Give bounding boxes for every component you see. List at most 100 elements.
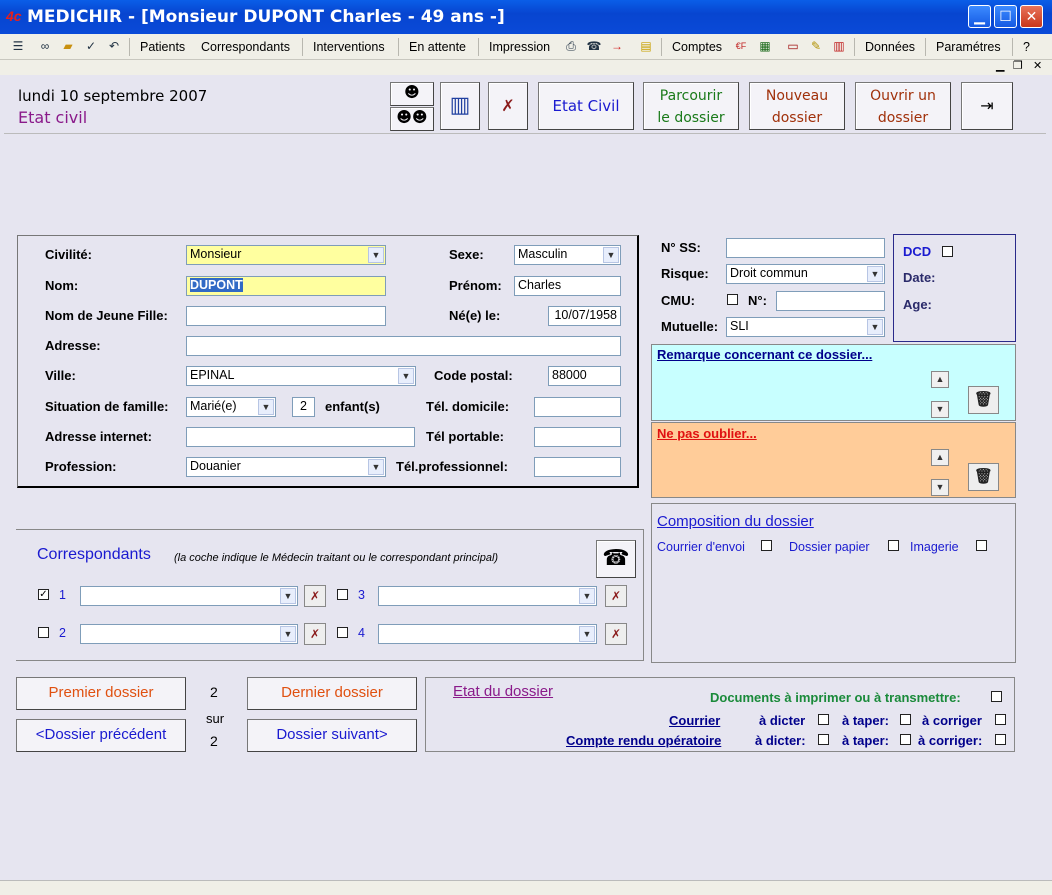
- chevron-down-icon[interactable]: ▼: [280, 588, 296, 604]
- dossier-precedent-button[interactable]: <Dossier précédent: [16, 719, 186, 752]
- cmu-checkbox[interactable]: [727, 294, 738, 305]
- chevron-down-icon[interactable]: ▼: [603, 247, 619, 263]
- correspondant-3-select[interactable]: ▼: [378, 586, 597, 606]
- arrow-right-icon[interactable]: →: [609, 38, 625, 54]
- courrier-dicter-checkbox[interactable]: [818, 714, 829, 725]
- close-button[interactable]: ✕: [1020, 5, 1043, 28]
- scroll-down-button[interactable]: ▼: [931, 401, 949, 418]
- chevron-down-icon[interactable]: ▼: [579, 626, 595, 642]
- scroll-down-button[interactable]: ▼: [931, 479, 949, 496]
- sexe-select[interactable]: Masculin ▼: [514, 245, 621, 265]
- chevron-down-icon[interactable]: ▼: [579, 588, 595, 604]
- dernier-dossier-button[interactable]: Dernier dossier: [247, 677, 417, 710]
- cr-dicter-checkbox[interactable]: [818, 734, 829, 745]
- menu-correspondants[interactable]: Correspondants: [201, 40, 290, 54]
- folder-open-icon[interactable]: ▰: [60, 38, 76, 54]
- courrier-link[interactable]: Courrier: [669, 713, 720, 728]
- menu-impression[interactable]: Impression: [489, 40, 550, 54]
- risque-select[interactable]: Droit commun ▼: [726, 264, 885, 284]
- correspondant-4-select[interactable]: ▼: [378, 624, 597, 644]
- printer-icon[interactable]: ⎙: [563, 38, 579, 54]
- birthdate-field[interactable]: 10/07/1958: [548, 306, 621, 326]
- premier-dossier-button[interactable]: Premier dossier: [16, 677, 186, 710]
- spellcheck-icon[interactable]: ✓: [83, 38, 99, 54]
- scroll-up-button[interactable]: ▲: [931, 449, 949, 466]
- remarque-delete-button[interactable]: 🗑: [968, 386, 999, 414]
- patient-icon-button[interactable]: ☻: [390, 82, 434, 106]
- dossier-papier-checkbox[interactable]: [888, 540, 899, 551]
- courrier-envoi-checkbox[interactable]: [761, 540, 772, 551]
- maximize-button[interactable]: ☐: [994, 5, 1017, 28]
- dossier-suivant-button[interactable]: Dossier suivant>: [247, 719, 417, 752]
- chevron-down-icon[interactable]: ▼: [867, 266, 883, 282]
- exit-button[interactable]: ⇥: [961, 82, 1013, 130]
- calculator-icon[interactable]: ▦: [757, 38, 773, 54]
- nom-field[interactable]: DUPONT: [186, 276, 386, 296]
- menu-en-attente[interactable]: En attente: [409, 40, 466, 54]
- ville-select[interactable]: EPINAL ▼: [186, 366, 416, 386]
- enfants-field[interactable]: 2: [292, 397, 315, 417]
- glasses-icon[interactable]: ∞: [37, 38, 53, 54]
- mdi-restore-icon[interactable]: ❐: [1013, 59, 1023, 72]
- phone-icon[interactable]: ☎: [586, 38, 602, 54]
- correspondant-4-checkbox[interactable]: [337, 627, 348, 638]
- oublier-delete-button[interactable]: 🗑: [968, 463, 999, 491]
- correspondant-4-delete[interactable]: ✗: [605, 623, 627, 645]
- etat-civil-button[interactable]: Etat Civil: [538, 82, 634, 130]
- list-icon[interactable]: ☰: [10, 38, 26, 54]
- menu-comptes[interactable]: Comptes: [672, 40, 722, 54]
- chevron-down-icon[interactable]: ▼: [280, 626, 296, 642]
- correspondant-1-delete[interactable]: ✗: [304, 585, 326, 607]
- phone-button[interactable]: ☎: [596, 540, 636, 578]
- compte-rendu-link[interactable]: Compte rendu opératoire: [566, 733, 721, 748]
- currency-icon[interactable]: €F: [733, 38, 749, 54]
- situation-select[interactable]: Marié(e) ▼: [186, 397, 276, 417]
- menu-donnees[interactable]: Données: [865, 40, 915, 54]
- chevron-down-icon[interactable]: ▼: [368, 459, 384, 475]
- calendar-icon[interactable]: ▥: [831, 38, 847, 54]
- internet-field[interactable]: [186, 427, 415, 447]
- tel-domicile-field[interactable]: [534, 397, 621, 417]
- code-postal-field[interactable]: 88000: [548, 366, 621, 386]
- mdi-minimize-icon[interactable]: ▁: [996, 59, 1004, 72]
- courrier-taper-checkbox[interactable]: [900, 714, 911, 725]
- chevron-down-icon[interactable]: ▼: [867, 319, 883, 335]
- dcd-checkbox[interactable]: [942, 246, 953, 257]
- cr-corriger-checkbox[interactable]: [995, 734, 1006, 745]
- correspondant-1-select[interactable]: ▼: [80, 586, 298, 606]
- cr-taper-checkbox[interactable]: [900, 734, 911, 745]
- card-icon[interactable]: ▭: [785, 38, 801, 54]
- correspondant-3-checkbox[interactable]: [337, 589, 348, 600]
- chevron-down-icon[interactable]: ▼: [368, 247, 384, 263]
- civilite-select[interactable]: Monsieur ▼: [186, 245, 386, 265]
- correspondant-2-checkbox[interactable]: [38, 627, 49, 638]
- mdi-close-icon[interactable]: ✕: [1033, 59, 1042, 72]
- undo-icon[interactable]: ↶: [106, 38, 122, 54]
- menu-patients[interactable]: Patients: [140, 40, 185, 54]
- nouveau-dossier-button[interactable]: Nouveau dossier: [749, 82, 845, 130]
- documents-checkbox[interactable]: [991, 691, 1002, 702]
- archives-button[interactable]: ▥: [440, 82, 480, 130]
- tel-pro-field[interactable]: [534, 457, 621, 477]
- tel-portable-field[interactable]: [534, 427, 621, 447]
- note-icon[interactable]: ✎: [808, 38, 824, 54]
- minimize-button[interactable]: ▁: [968, 5, 991, 28]
- correspondant-2-select[interactable]: ▼: [80, 624, 298, 644]
- parcourir-dossier-button[interactable]: Parcourir le dossier: [643, 82, 739, 130]
- chevron-down-icon[interactable]: ▼: [398, 368, 414, 384]
- adresse-field[interactable]: [186, 336, 621, 356]
- correspondant-2-delete[interactable]: ✗: [304, 623, 326, 645]
- menu-parametres[interactable]: Paramétres: [936, 40, 1001, 54]
- menu-help[interactable]: ?: [1023, 40, 1030, 54]
- mutuelle-select[interactable]: SLI ▼: [726, 317, 885, 337]
- imagerie-checkbox[interactable]: [976, 540, 987, 551]
- notebook-icon[interactable]: ▤: [638, 38, 654, 54]
- patients-icon-button[interactable]: ☻☻: [390, 107, 434, 131]
- njf-field[interactable]: [186, 306, 386, 326]
- menu-interventions[interactable]: Interventions: [313, 40, 385, 54]
- correspondant-3-delete[interactable]: ✗: [605, 585, 627, 607]
- chevron-down-icon[interactable]: ▼: [258, 399, 274, 415]
- ouvrir-dossier-button[interactable]: Ouvrir un dossier: [855, 82, 951, 130]
- courrier-corriger-checkbox[interactable]: [995, 714, 1006, 725]
- delete-folder-button[interactable]: ✗: [488, 82, 528, 130]
